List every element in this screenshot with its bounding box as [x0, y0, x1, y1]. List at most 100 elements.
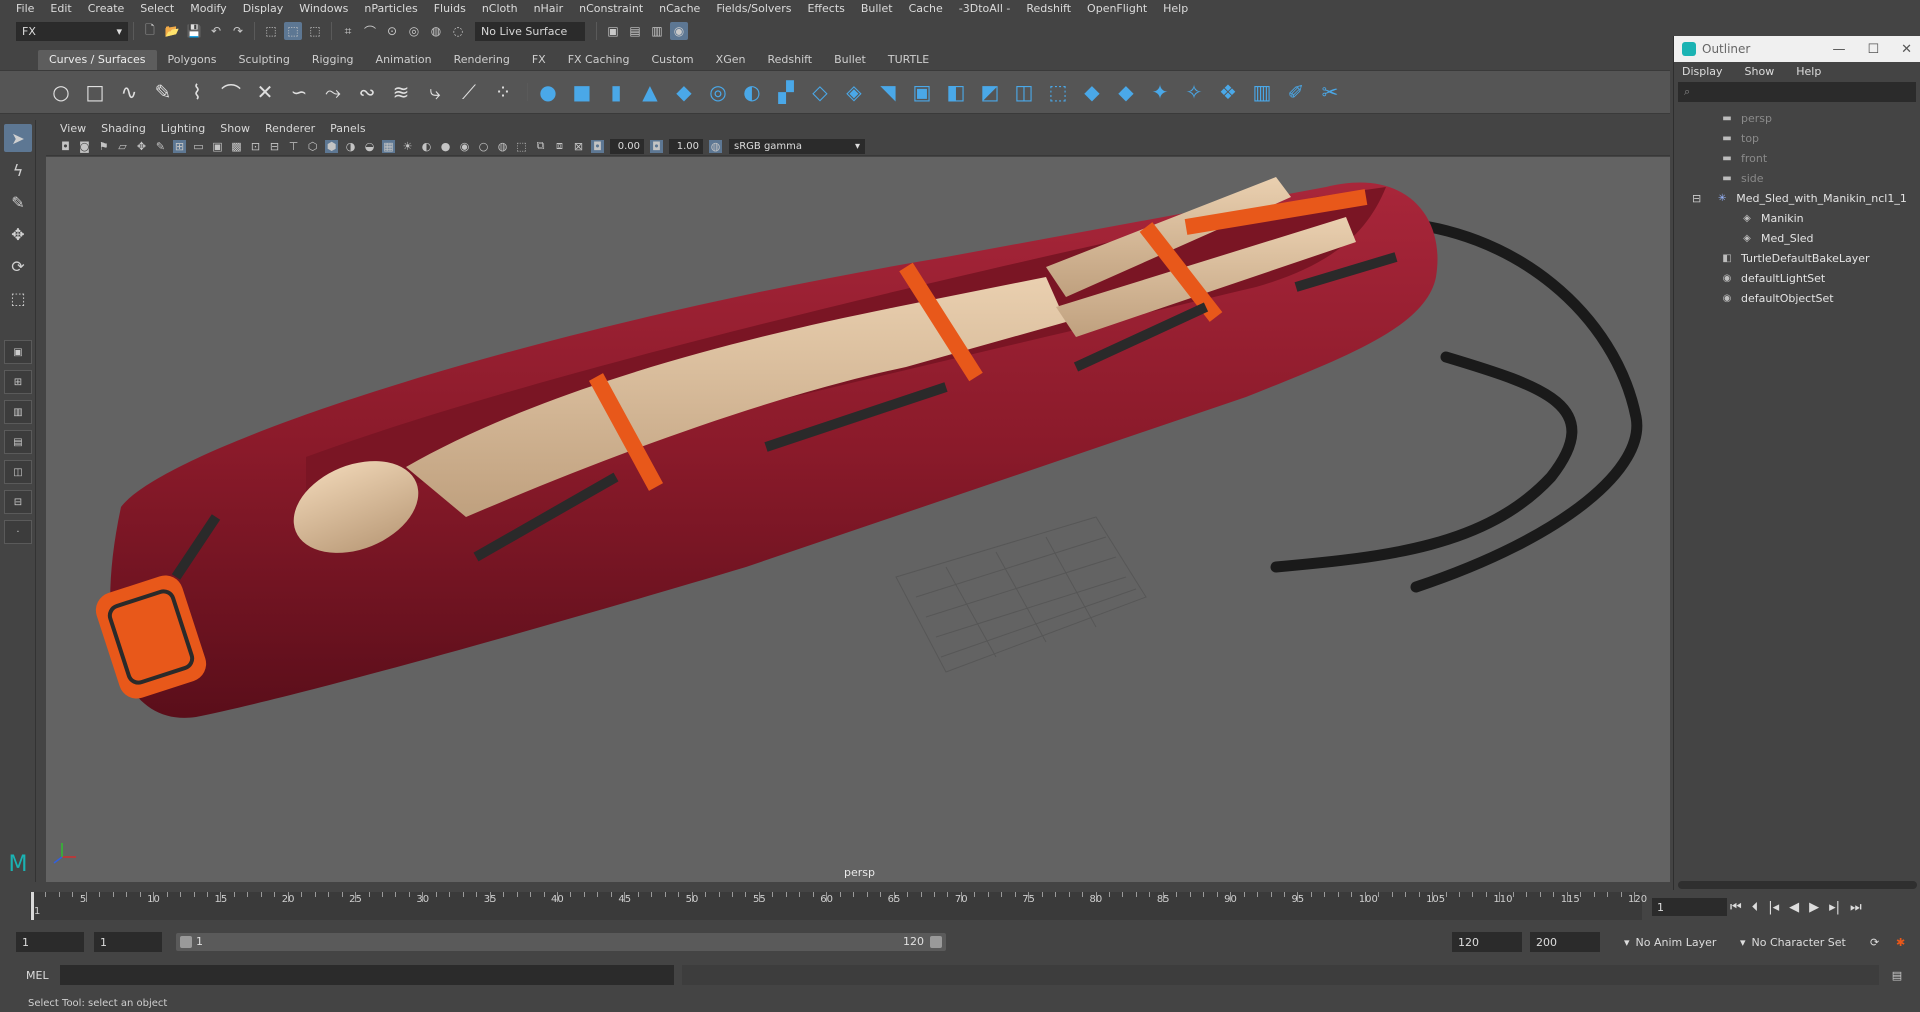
grid-icon[interactable]: ⊞ [173, 139, 186, 153]
boundary-icon[interactable]: ▣ [907, 77, 937, 107]
shelf-tab-fx-caching[interactable]: FX Caching [557, 50, 641, 70]
outliner-item[interactable]: ◈ Manikin [1674, 208, 1920, 228]
trim-icon[interactable]: ◆ [1077, 77, 1107, 107]
depth-of-field-icon[interactable]: ◍ [496, 140, 509, 153]
project-curve-icon[interactable]: ◫ [1009, 77, 1039, 107]
shelf-tab-custom[interactable]: Custom [641, 50, 705, 70]
bevel-plus-icon[interactable]: ◩ [975, 77, 1005, 107]
step-back-icon[interactable]: ⏴ [1752, 900, 1759, 915]
bezier-curve-icon[interactable]: ⌇ [182, 77, 212, 107]
render-settings-icon[interactable]: ▥ [648, 22, 666, 40]
preferences-icon[interactable]: ✱ [1890, 932, 1914, 952]
panel-menu-renderer[interactable]: Renderer [259, 122, 324, 135]
outliner-item[interactable]: ▬ side [1674, 168, 1920, 188]
close-icon[interactable]: ✕ [1901, 42, 1912, 57]
nurbs-cube-icon[interactable]: ■ [567, 77, 597, 107]
gamma-field[interactable]: 1.00 [669, 138, 703, 154]
playback-end-field[interactable]: 120 [1452, 932, 1522, 952]
snap-surface-icon[interactable]: ◍ [427, 22, 445, 40]
snap-point-icon[interactable]: ⊙ [383, 22, 401, 40]
shelf-tab-rendering[interactable]: Rendering [443, 50, 521, 70]
shelf-tab-rigging[interactable]: Rigging [301, 50, 365, 70]
menu-effects[interactable]: Effects [799, 2, 852, 15]
outliner-menu-display[interactable]: Display [1682, 65, 1745, 78]
menu-ncloth[interactable]: nCloth [474, 2, 526, 15]
safe-action-icon[interactable]: ⊟ [268, 140, 281, 153]
shadows-icon[interactable]: ◐ [420, 140, 433, 153]
ep-curve-icon[interactable]: ∿ [114, 77, 144, 107]
detach-curve-icon[interactable]: ⤳ [318, 77, 348, 107]
side-by-side-layout-icon[interactable]: ▥ [4, 400, 32, 424]
hypershade-icon[interactable]: ◉ [670, 22, 688, 40]
menu-modify[interactable]: Modify [182, 2, 234, 15]
color-management-icon[interactable]: ◍ [709, 139, 722, 153]
extend-curve-icon[interactable]: ⟋ [454, 77, 484, 107]
menu-redshift[interactable]: Redshift [1018, 2, 1079, 15]
outliner-item[interactable]: ⊟ ✳ Med_Sled_with_Manikin_ncl1_1 [1674, 188, 1920, 208]
outliner-item[interactable]: ▬ top [1674, 128, 1920, 148]
new-scene-icon[interactable]: 🗋 [141, 22, 159, 40]
arc-curve-icon[interactable]: ⌒ [216, 77, 246, 107]
stitch-icon[interactable]: ✂ [1315, 77, 1345, 107]
align-surface-icon[interactable]: ❖ [1213, 77, 1243, 107]
use-all-lights-icon[interactable]: ☀ [401, 140, 414, 153]
extrude-icon[interactable]: ◈ [839, 77, 869, 107]
nurbs-torus-icon[interactable]: ◎ [703, 77, 733, 107]
shelf-tab-animation[interactable]: Animation [365, 50, 443, 70]
step-back-key-icon[interactable]: |◂ [1768, 900, 1779, 915]
playback-start-field[interactable]: 1 [94, 932, 162, 952]
gamma-icon[interactable]: ◘ [650, 139, 663, 153]
outliner-item[interactable]: ◈ Med_Sled [1674, 228, 1920, 248]
screen-space-ao-icon[interactable]: ● [439, 140, 452, 153]
select-object-icon[interactable]: ⬚ [284, 22, 302, 40]
untrim-icon[interactable]: ◆ [1111, 77, 1141, 107]
safe-title-icon[interactable]: ⊤ [287, 140, 300, 153]
undo-icon[interactable]: ↶ [207, 22, 225, 40]
insert-knot-icon[interactable]: ⁘ [488, 77, 518, 107]
shelf-tab-sculpting[interactable]: Sculpting [227, 50, 300, 70]
play-forward-icon[interactable]: ▶ [1809, 900, 1819, 915]
anim-layer-dropdown[interactable]: ▾ No Anim Layer [1618, 932, 1728, 952]
panel-menu-panels[interactable]: Panels [324, 122, 374, 135]
motion-blur-icon[interactable]: ◉ [458, 140, 471, 153]
attach-surface-icon[interactable]: ✦ [1145, 77, 1175, 107]
shelf-tab-curves-surfaces[interactable]: Curves / Surfaces [38, 50, 157, 70]
exposure-icon[interactable]: ◘ [591, 139, 604, 153]
shelf-tab-bullet[interactable]: Bullet [823, 50, 877, 70]
nurbs-cylinder-icon[interactable]: ▮ [601, 77, 631, 107]
menu-fields-solvers[interactable]: Fields/Solvers [708, 2, 799, 15]
curve-intersect-icon[interactable]: ✕ [250, 77, 280, 107]
time-ruler[interactable]: 1 5 10 15 20 25 30 35 40 45 50 55 60 65 70 75 80 85 90 95 10… [30, 892, 1647, 920]
menu-ncache[interactable]: nCache [651, 2, 708, 15]
shelf-tab-polygons[interactable]: Polygons [157, 50, 228, 70]
command-input[interactable] [60, 965, 674, 985]
snap-curve-icon[interactable]: ⌒ [361, 22, 379, 40]
save-scene-icon[interactable]: 💾 [185, 22, 203, 40]
menu-bullet[interactable]: Bullet [853, 2, 901, 15]
ipr-render-icon[interactable]: ▤ [626, 22, 644, 40]
paint-select-icon[interactable]: ✎ [4, 188, 32, 216]
range-bar[interactable]: 1 120 [176, 933, 946, 951]
panel-menu-shading[interactable]: Shading [95, 122, 155, 135]
shelf-tab-turtle[interactable]: TURTLE [877, 50, 940, 70]
image-plane-icon[interactable]: ▱ [116, 140, 129, 153]
2d-pan-zoom-icon[interactable]: ✥ [135, 140, 148, 153]
four-view-layout-icon[interactable]: ⊞ [4, 370, 32, 394]
redo-icon[interactable]: ↷ [229, 22, 247, 40]
menu-select[interactable]: Select [132, 2, 182, 15]
menu-cache[interactable]: Cache [901, 2, 951, 15]
intersect-surface-icon[interactable]: ⬚ [1043, 77, 1073, 107]
menu-nhair[interactable]: nHair [526, 2, 572, 15]
menu-3dtoall[interactable]: -3DtoAll - [951, 2, 1019, 15]
rotate-tool-icon[interactable]: ⟳ [4, 252, 32, 280]
menu-nconstraint[interactable]: nConstraint [571, 2, 651, 15]
isolate-select-icon[interactable]: ⬚ [515, 140, 528, 153]
move-tool-icon[interactable]: ✥ [4, 220, 32, 248]
menu-edit[interactable]: Edit [42, 2, 79, 15]
birail-icon[interactable]: ◥ [873, 77, 903, 107]
snap-live-icon[interactable]: ◌ [449, 22, 467, 40]
outliner-item[interactable]: ▬ front [1674, 148, 1920, 168]
xray-joints-icon[interactable]: ⧈ [553, 139, 566, 153]
outliner-item[interactable]: ▬ persp [1674, 108, 1920, 128]
play-back-icon[interactable]: ◀ [1789, 900, 1799, 915]
